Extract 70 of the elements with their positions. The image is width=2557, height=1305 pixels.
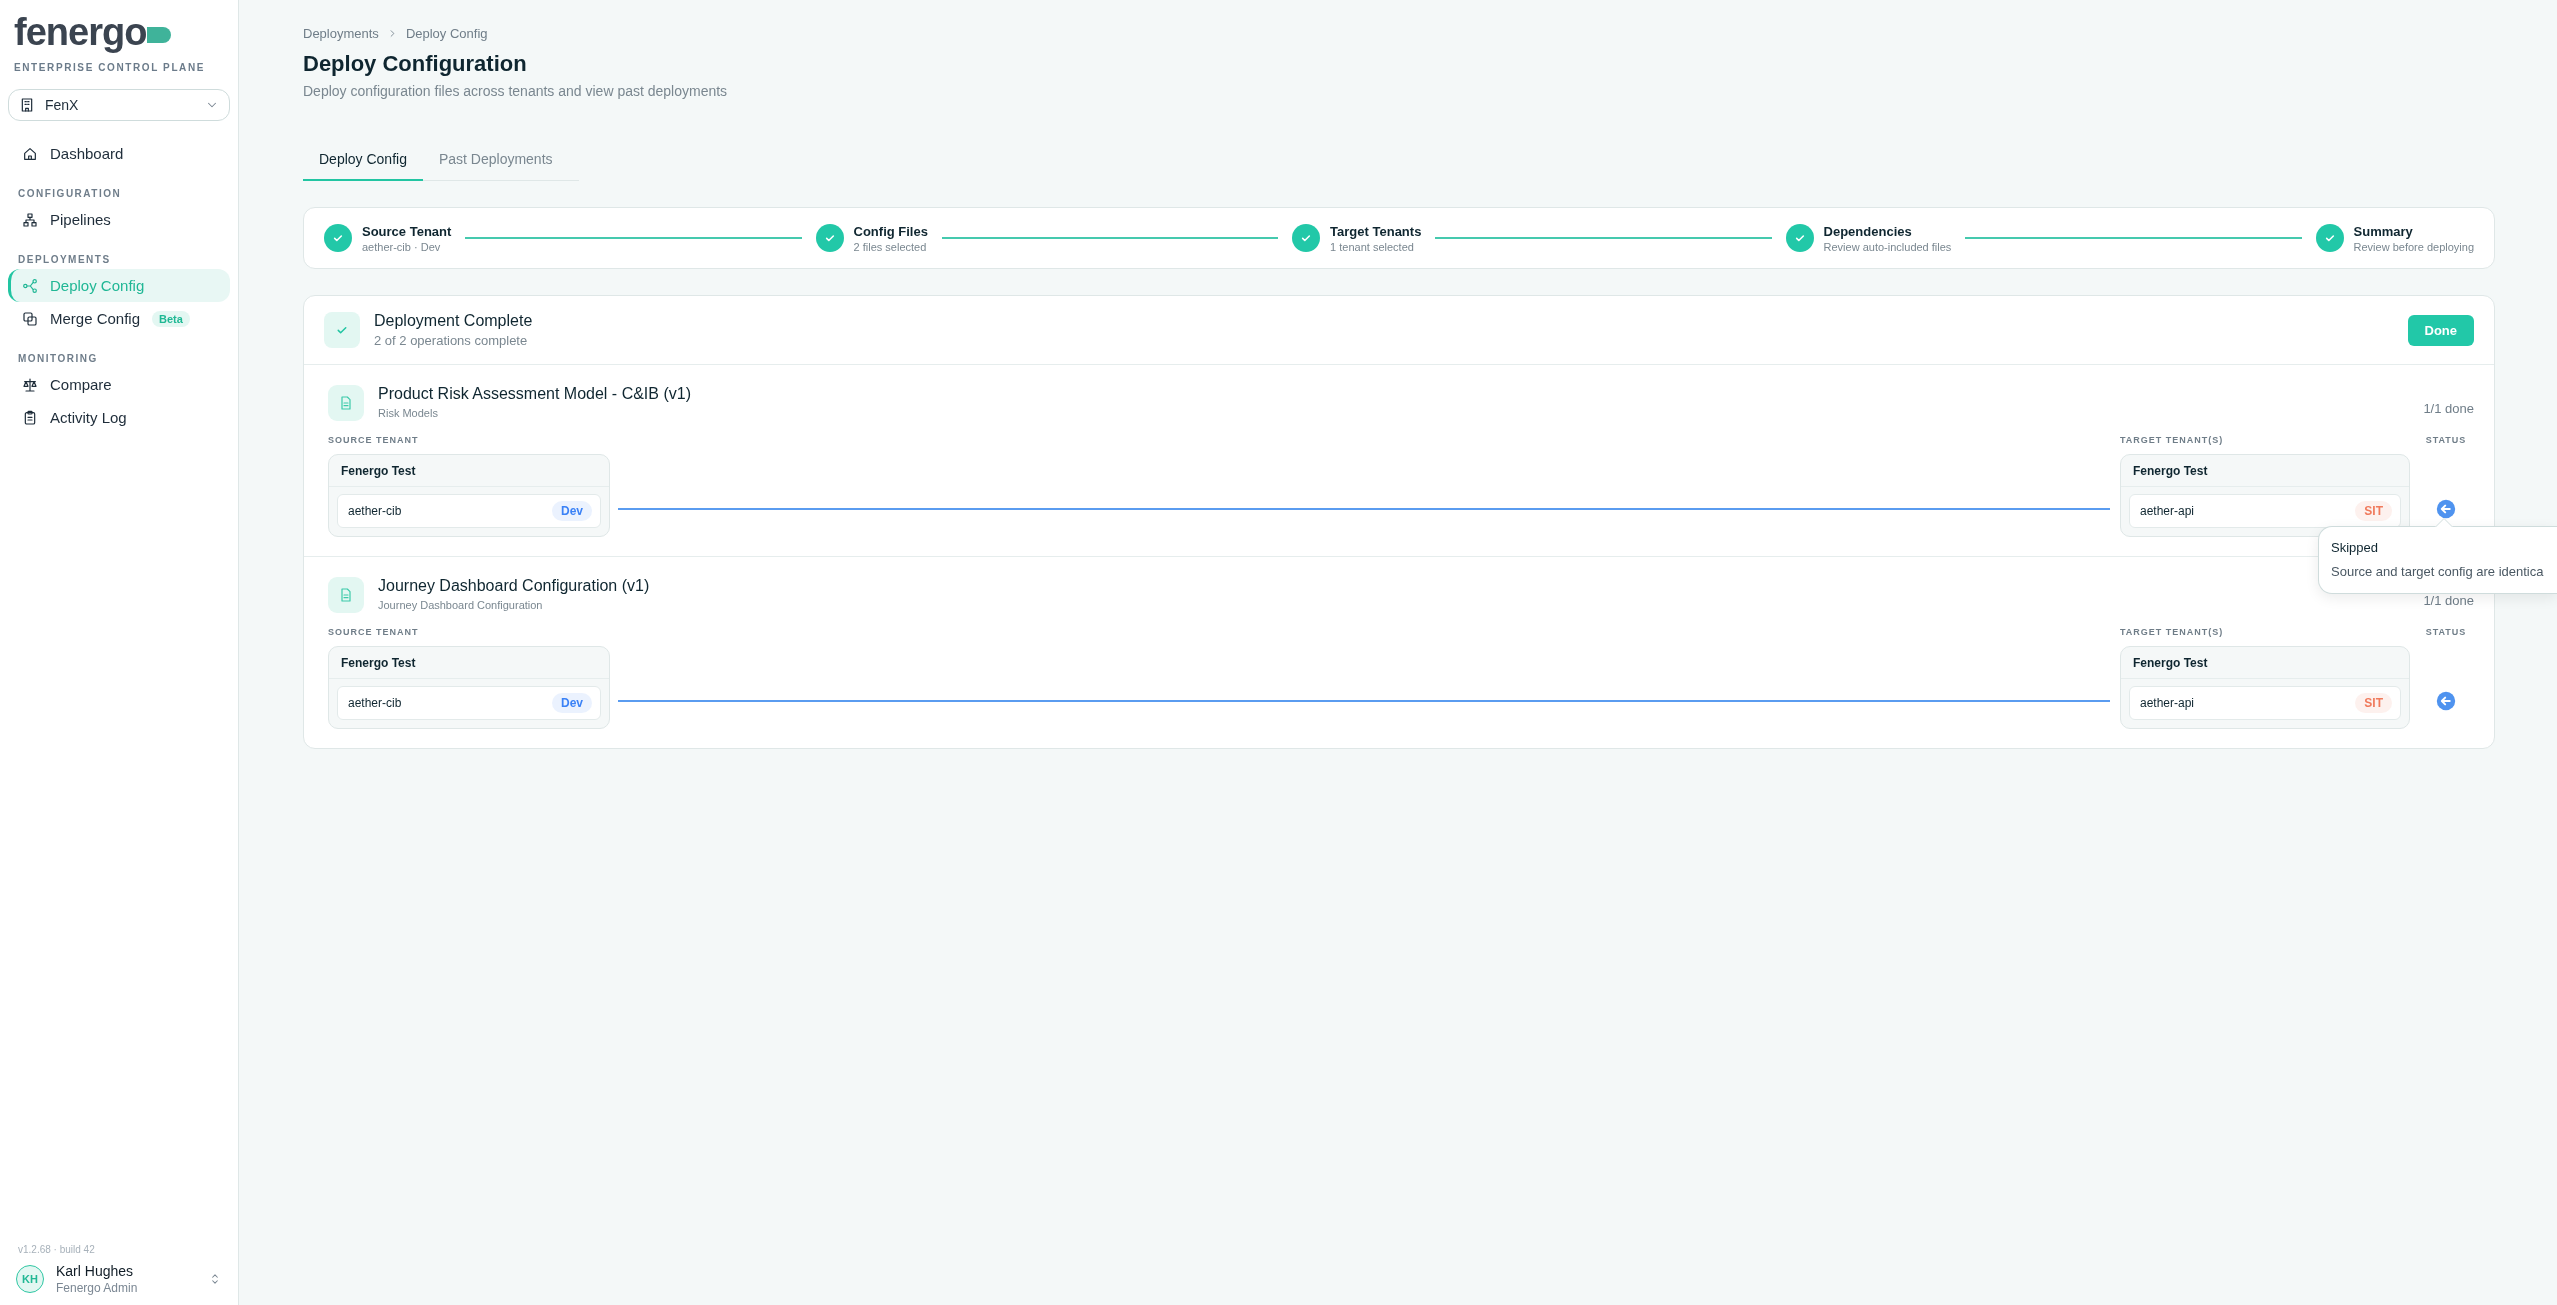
tenant-name: aether-cib (348, 696, 402, 710)
file-icon (338, 587, 354, 603)
environment-tag: Dev (552, 693, 592, 713)
config-title: Journey Dashboard Configuration (v1) (378, 577, 650, 595)
logo-subtitle: ENTERPRISE CONTROL PLANE (14, 62, 206, 73)
hierarchy-icon (22, 211, 38, 228)
sidebar-item[interactable]: Merge Config Beta (8, 302, 230, 335)
column-label: TARGET TENANT(S) (2120, 627, 2225, 639)
step-title: Dependencies (1823, 223, 1913, 239)
tenant-name: aether-api (2140, 696, 2195, 710)
step-subtitle: 2 files selected (853, 240, 928, 253)
step-subtitle: Review before deploying (2353, 240, 2474, 253)
user-avatar: KH (16, 1265, 44, 1293)
config-category: Journey Dashboard Configuration (378, 599, 544, 611)
sidebar-item[interactable]: Dashboard (8, 137, 230, 170)
progress-text: 1/1 done (2423, 401, 2474, 416)
step-title: Source Tenant (362, 223, 452, 239)
tenant-group-name: Fenergo Test (2121, 455, 2409, 487)
breadcrumb-link[interactable]: Deployments (303, 26, 379, 41)
column-label: TARGET TENANT(S) (2120, 435, 2225, 447)
section-heading: MONITORING (18, 353, 99, 364)
logo-mark-icon (147, 27, 172, 43)
scales-icon (22, 376, 38, 393)
step-title: Summary (2353, 223, 2414, 239)
home-icon (22, 145, 38, 162)
step-title: Config Files (853, 223, 928, 239)
section-heading: CONFIGURATION (18, 188, 123, 199)
section-heading: DEPLOYMENTS (18, 254, 112, 265)
clipboard-icon (22, 409, 38, 426)
page-subtitle: Deploy configuration files across tenants and view past deployments (303, 83, 729, 99)
tenant-name: aether-cib (348, 504, 402, 518)
tenant-group-name: Fenergo Test (329, 455, 609, 487)
user-name: Karl Hughes (56, 1263, 135, 1279)
building-icon (19, 97, 35, 113)
progress-text: 1/1 done (2423, 593, 2474, 608)
beta-badge: Beta (152, 310, 190, 327)
sidebar-item[interactable]: Pipelines (8, 203, 230, 236)
tab[interactable]: Deploy Config (303, 151, 423, 181)
sidebar-item[interactable]: Compare (8, 368, 230, 401)
workspace-selector[interactable]: FenX (8, 89, 230, 121)
step-subtitle: Review auto-included files (1823, 240, 1952, 253)
tenant-group-name: Fenergo Test (2121, 647, 2409, 679)
page-title: Deploy Configuration (303, 51, 528, 77)
tab[interactable]: Past Deployments (422, 151, 569, 181)
tenant-group-name: Fenergo Test (329, 647, 609, 679)
step-subtitle: aether-cib · Dev (362, 240, 442, 253)
version-text: v1.2.68 · build 42 (18, 1244, 96, 1255)
deployment-title: Deployment Complete (374, 312, 533, 330)
environment-tag: SIT (2355, 693, 2392, 713)
deployment-subtitle: 2 of 2 operations complete (374, 333, 529, 348)
file-icon (338, 395, 354, 411)
config-category: Risk Models (378, 407, 439, 419)
step-subtitle: 1 tenant selected (1330, 240, 1415, 253)
logo-text: fenergo (14, 13, 147, 51)
overlapping-squares-icon (22, 310, 38, 327)
tooltip-text: Source and target config are identica (2331, 564, 2545, 579)
user-role: Fenergo Admin (56, 1281, 139, 1295)
sidebar-item[interactable]: Activity Log (8, 401, 230, 434)
column-label: STATUS (2424, 435, 2468, 447)
breadcrumb-link[interactable]: Deploy Config (405, 26, 488, 41)
share-nodes-icon (22, 277, 38, 294)
environment-tag: SIT (2355, 501, 2392, 521)
config-title: Product Risk Assessment Model - C&IB (v1) (378, 385, 691, 403)
environment-tag: Dev (552, 501, 592, 521)
tooltip-title: Skipped (2331, 540, 2379, 555)
tenant-name: aether-api (2140, 504, 2195, 518)
step-title: Target Tenants (1330, 223, 1422, 239)
column-label: SOURCE TENANT (328, 627, 420, 639)
column-label: STATUS (2424, 627, 2468, 639)
column-label: SOURCE TENANT (328, 435, 420, 447)
